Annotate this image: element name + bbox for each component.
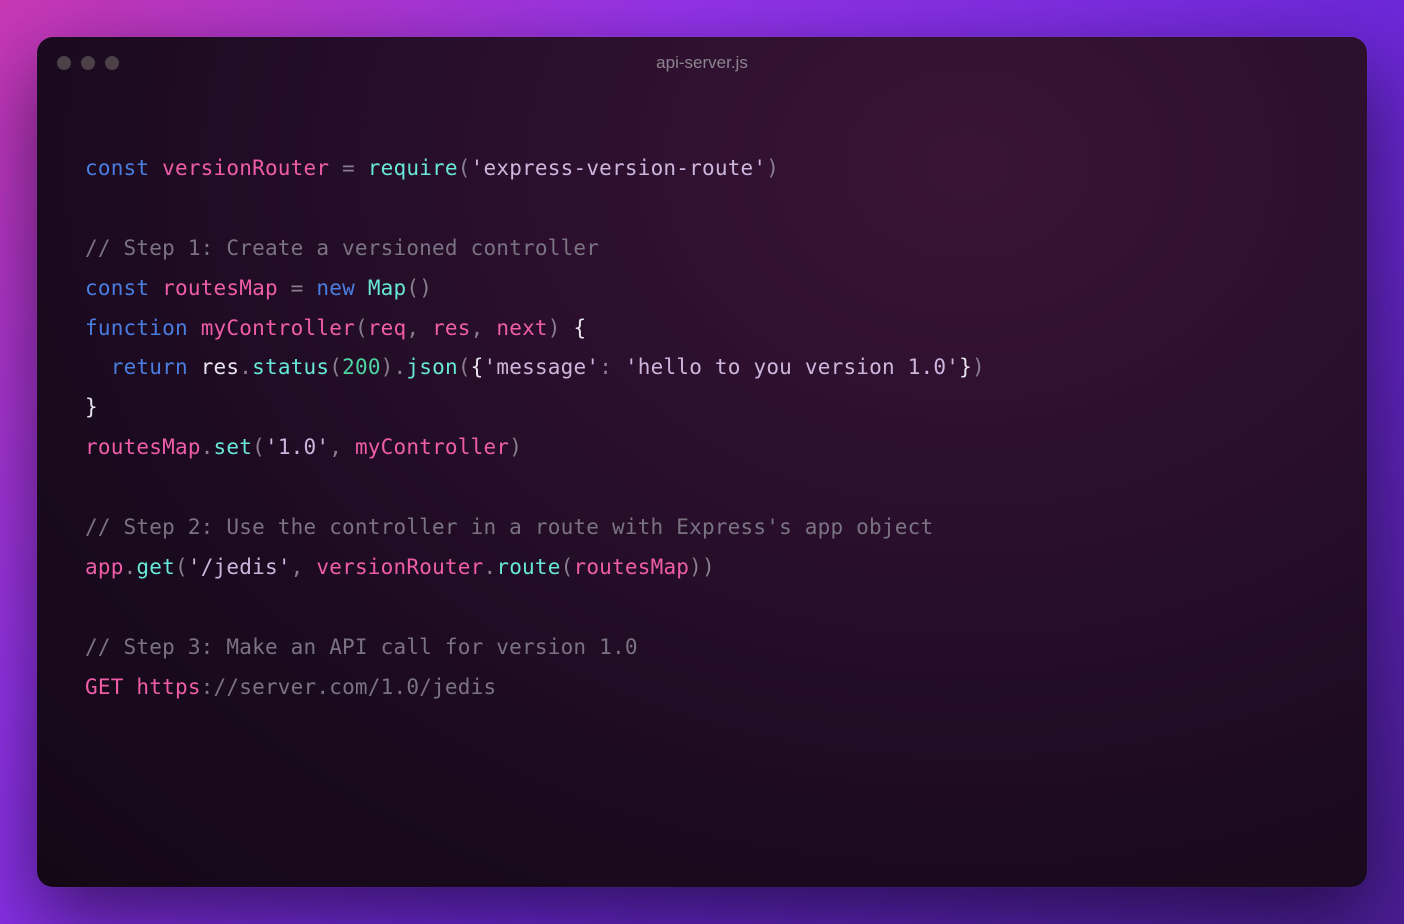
code-line: const versionRouter = require('express-v…: [85, 156, 779, 180]
paren: (: [329, 355, 342, 379]
identifier: myController: [355, 435, 509, 459]
paren: (: [458, 355, 471, 379]
comment: // Step 3: Make an API call for version …: [85, 635, 638, 659]
param: next: [496, 316, 547, 340]
code-line: }: [85, 395, 98, 419]
identifier: versionRouter: [316, 555, 483, 579]
parens: (): [406, 276, 432, 300]
function-name: myController: [201, 316, 355, 340]
param: res: [432, 316, 471, 340]
brace: }: [85, 395, 98, 419]
titlebar: api-server.js: [37, 37, 1367, 89]
code-line: app.get('/jedis', versionRouter.route(ro…: [85, 555, 715, 579]
comment: // Step 2: Use the controller in a route…: [85, 515, 933, 539]
colon: :: [599, 355, 612, 379]
paren: (: [175, 555, 188, 579]
operator: =: [342, 156, 355, 180]
brace: {: [574, 316, 587, 340]
comment: // Step 1: Create a versioned controller: [85, 236, 599, 260]
maximize-icon[interactable]: [105, 56, 119, 70]
url-scheme: https: [136, 675, 200, 699]
paren: ): [548, 316, 561, 340]
operator: =: [291, 276, 304, 300]
keyword-const: const: [85, 276, 149, 300]
comma: ,: [291, 555, 304, 579]
code-line: // Step 3: Make an API call for version …: [85, 635, 638, 659]
keyword-function: function: [85, 316, 188, 340]
paren: (: [458, 156, 471, 180]
brace: {: [471, 355, 484, 379]
code-line: return res.status(200).json({'message': …: [85, 355, 985, 379]
keyword-const: const: [85, 156, 149, 180]
indent: [85, 355, 111, 379]
dot: .: [201, 435, 214, 459]
keyword-return: return: [111, 355, 188, 379]
paren: (: [561, 555, 574, 579]
method: set: [214, 435, 253, 459]
window-title: api-server.js: [656, 53, 748, 73]
paren: (: [252, 435, 265, 459]
string: '1.0': [265, 435, 329, 459]
string-key: 'message': [484, 355, 600, 379]
identifier: versionRouter: [162, 156, 329, 180]
string: '/jedis': [188, 555, 291, 579]
brace: }: [959, 355, 972, 379]
close-icon[interactable]: [57, 56, 71, 70]
string: 'express-version-route': [471, 156, 767, 180]
method: route: [496, 555, 560, 579]
fn-require: require: [368, 156, 458, 180]
paren: ): [509, 435, 522, 459]
comma: ,: [471, 316, 484, 340]
http-verb: GET: [85, 675, 124, 699]
comma: ,: [406, 316, 419, 340]
dot: .: [394, 355, 407, 379]
class-map: Map: [368, 276, 407, 300]
code-line: // Step 1: Create a versioned controller: [85, 236, 599, 260]
paren: ): [702, 555, 715, 579]
paren: ): [381, 355, 394, 379]
comma: ,: [329, 435, 342, 459]
editor-window: api-server.js const versionRouter = requ…: [37, 37, 1367, 887]
minimize-icon[interactable]: [81, 56, 95, 70]
param: req: [368, 316, 407, 340]
dot: .: [483, 555, 496, 579]
code-line: function myController(req, res, next) {: [85, 316, 586, 340]
identifier: app: [85, 555, 124, 579]
method: json: [406, 355, 457, 379]
code-line: // Step 2: Use the controller in a route…: [85, 515, 933, 539]
code-line: routesMap.set('1.0', myController): [85, 435, 522, 459]
paren: (: [355, 316, 368, 340]
code-line: GET https://server.com/1.0/jedis: [85, 675, 496, 699]
identifier: routesMap: [573, 555, 689, 579]
method: status: [252, 355, 329, 379]
keyword-new: new: [316, 276, 355, 300]
identifier: res: [201, 355, 240, 379]
identifier: routesMap: [162, 276, 278, 300]
dot: .: [239, 355, 252, 379]
window-controls: [57, 56, 119, 70]
url-rest: ://server.com/1.0/jedis: [201, 675, 497, 699]
method: get: [136, 555, 175, 579]
string-value: 'hello to you version 1.0': [625, 355, 959, 379]
paren: ): [972, 355, 985, 379]
dot: .: [124, 555, 137, 579]
number: 200: [342, 355, 381, 379]
identifier: routesMap: [85, 435, 201, 459]
paren: ): [689, 555, 702, 579]
code-line: const routesMap = new Map(): [85, 276, 432, 300]
code-area[interactable]: const versionRouter = require('express-v…: [37, 89, 1367, 747]
paren: ): [766, 156, 779, 180]
